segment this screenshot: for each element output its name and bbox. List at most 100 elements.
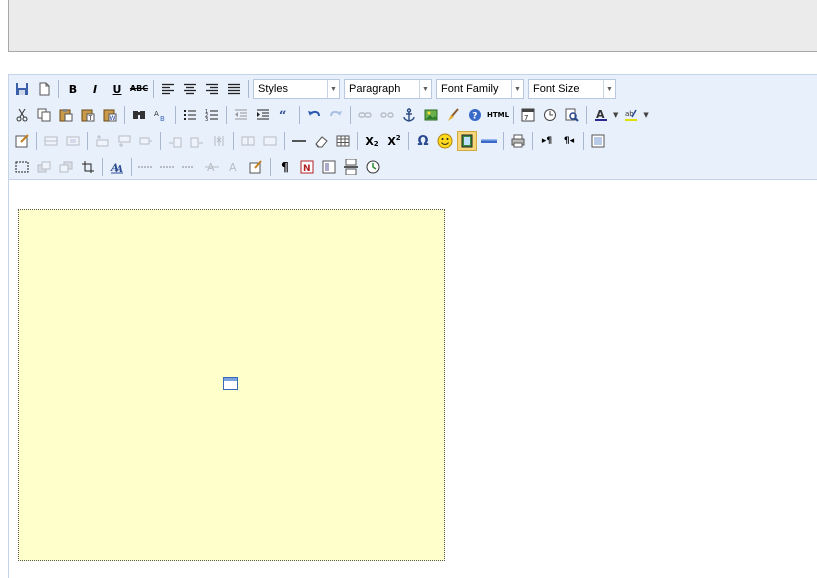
ins-button[interactable]: A: [224, 157, 244, 177]
horizontal-line-icon: [481, 139, 497, 143]
italic-button[interactable]: I: [85, 79, 105, 99]
align-justify-button[interactable]: [224, 79, 244, 99]
row-props-button[interactable]: [41, 131, 61, 151]
insert-column-after-icon: [190, 137, 203, 148]
strikethrough-button[interactable]: ABC: [129, 79, 149, 99]
styleprops-button[interactable]: AA: [107, 157, 127, 177]
eraser-icon: [315, 136, 328, 148]
anchor-button[interactable]: [399, 105, 419, 125]
save-icon: [16, 83, 28, 95]
acronym-button[interactable]: [158, 157, 178, 177]
image-icon: [424, 109, 438, 121]
font-size-dropdown[interactable]: Font Size ▼: [528, 79, 616, 99]
underline-button[interactable]: U: [107, 79, 127, 99]
absolute-button[interactable]: [78, 157, 98, 177]
move-forward-button[interactable]: [34, 157, 54, 177]
copy-button[interactable]: [34, 105, 54, 125]
bullet-list-button[interactable]: [180, 105, 200, 125]
html-source-button[interactable]: HTML: [487, 105, 509, 125]
layer-icon: [15, 161, 29, 173]
indent-icon: [257, 109, 269, 120]
save-button[interactable]: [12, 79, 32, 99]
replace-button[interactable]: AB: [151, 105, 171, 125]
superscript-label: X: [387, 134, 396, 148]
ltr-button[interactable]: ▸¶: [537, 131, 557, 151]
pagebreak-icon: [344, 159, 358, 175]
text-color-button[interactable]: A: [591, 105, 611, 125]
help-button[interactable]: ?: [465, 105, 485, 125]
align-right-button[interactable]: [202, 79, 222, 99]
nonbreaking-icon: N: [300, 160, 314, 174]
nonbreaking-button[interactable]: N: [297, 157, 317, 177]
background-color-button[interactable]: ab: [621, 105, 641, 125]
superscript-button[interactable]: X2: [384, 131, 404, 151]
paste-text-button[interactable]: T: [78, 105, 98, 125]
editor-content-area[interactable]: [9, 180, 817, 578]
subscript-mark: 2: [373, 139, 379, 148]
pagebreak-button[interactable]: [341, 157, 361, 177]
cell-props-button[interactable]: [63, 131, 83, 151]
emotions-icon: [437, 133, 453, 149]
charmap-button[interactable]: Ω: [413, 131, 433, 151]
fullscreen-button[interactable]: [588, 131, 608, 151]
rtl-button[interactable]: ¶◂: [559, 131, 579, 151]
media-button[interactable]: [457, 131, 477, 151]
insert-layer-button[interactable]: [12, 157, 32, 177]
new-document-button[interactable]: [34, 79, 54, 99]
delete-col-button[interactable]: [209, 131, 229, 151]
attribs-button[interactable]: [246, 157, 266, 177]
help-icon: ?: [469, 109, 481, 122]
delete-row-button[interactable]: [136, 131, 156, 151]
remove-format-button[interactable]: [311, 131, 331, 151]
print-button[interactable]: [508, 131, 528, 151]
paste-word-button[interactable]: W: [100, 105, 120, 125]
align-left-button[interactable]: [158, 79, 178, 99]
subscript-button[interactable]: X2: [362, 131, 382, 151]
move-backward-button[interactable]: [56, 157, 76, 177]
align-center-button[interactable]: [180, 79, 200, 99]
cleanup-button[interactable]: [443, 105, 463, 125]
indent-button[interactable]: [253, 105, 273, 125]
insert-time-button[interactable]: [540, 105, 560, 125]
preview-button[interactable]: [562, 105, 582, 125]
advhr-button[interactable]: [479, 131, 499, 151]
insert-row-after-button[interactable]: [114, 131, 134, 151]
emotions-button[interactable]: [435, 131, 455, 151]
numbered-list-button[interactable]: 123: [202, 105, 222, 125]
bold-button[interactable]: B: [63, 79, 83, 99]
insert-col-after-button[interactable]: [187, 131, 207, 151]
cut-button[interactable]: [12, 105, 32, 125]
insert-row-before-button[interactable]: [92, 131, 112, 151]
bullet-list-icon: [184, 110, 196, 120]
merge-cells-button[interactable]: [260, 131, 280, 151]
search-button[interactable]: [129, 105, 149, 125]
format-dropdown[interactable]: Paragraph ▼: [344, 79, 432, 99]
link-button[interactable]: [355, 105, 375, 125]
undo-button[interactable]: [304, 105, 324, 125]
horizontal-rule-button[interactable]: [289, 131, 309, 151]
split-cells-button[interactable]: [238, 131, 258, 151]
font-family-dropdown[interactable]: Font Family ▼: [436, 79, 524, 99]
paste-button[interactable]: [56, 105, 76, 125]
abbr-button[interactable]: [180, 157, 200, 177]
del-button[interactable]: A: [202, 157, 222, 177]
redo-button[interactable]: [326, 105, 346, 125]
table-props-button[interactable]: [12, 131, 32, 151]
visualchars-button[interactable]: ¶: [275, 157, 295, 177]
chevron-down-icon[interactable]: ▼: [643, 111, 648, 119]
insert-col-before-button[interactable]: [165, 131, 185, 151]
image-button[interactable]: [421, 105, 441, 125]
insert-table-button[interactable]: [333, 131, 353, 151]
styles-dropdown[interactable]: Styles ▼: [253, 79, 340, 99]
chevron-down-icon[interactable]: ▼: [613, 111, 618, 119]
outdent-button[interactable]: [231, 105, 251, 125]
editable-layer[interactable]: [18, 209, 445, 561]
unlink-button[interactable]: [377, 105, 397, 125]
align-left-icon: [162, 83, 174, 95]
toolbar-separator: [226, 106, 227, 124]
template-button[interactable]: [319, 157, 339, 177]
insert-date-button[interactable]: 7: [518, 105, 538, 125]
restore-draft-button[interactable]: [363, 157, 383, 177]
blockquote-button[interactable]: “: [275, 105, 295, 125]
cite-button[interactable]: [136, 157, 156, 177]
